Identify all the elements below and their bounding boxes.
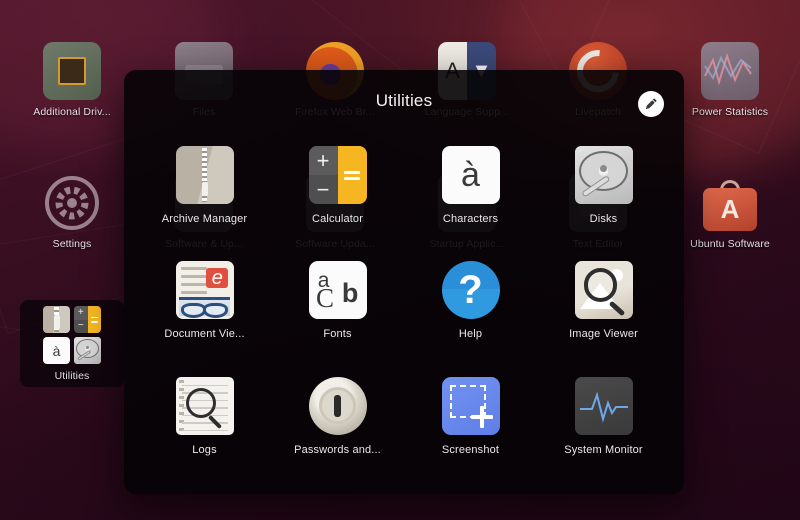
logs-icon [176, 377, 234, 435]
desktop-folder-label: Utilities [55, 370, 90, 382]
help-glyph: ? [458, 270, 482, 310]
archive-manager-icon [176, 146, 234, 204]
app-calculator[interactable]: +− Calculator [271, 136, 404, 251]
app-grid: Archive Manager +− Calculator à Characte… [124, 132, 684, 486]
app-label: Help [459, 328, 482, 340]
image-viewer-icon [575, 261, 633, 319]
settings-gear-icon [43, 174, 101, 232]
app-label: Fonts [323, 328, 351, 340]
fonts-letter-b: b [342, 278, 359, 309]
app-label: Passwords and... [294, 444, 381, 456]
app-label: Document Vie... [164, 328, 244, 340]
utilities-folder-preview: +− à [43, 306, 101, 364]
characters-icon: à [43, 337, 70, 364]
app-help[interactable]: ? Help [404, 251, 537, 366]
dialog-title: Utilities [124, 70, 684, 132]
app-label: System Monitor [564, 444, 643, 456]
app-label: Archive Manager [162, 213, 247, 225]
app-label: Logs [192, 444, 216, 456]
characters-glyph: à [461, 158, 480, 192]
desktop-icon-ubuntu-software[interactable]: A Ubuntu Software [678, 168, 782, 255]
characters-icon: à [442, 146, 500, 204]
ekg-line [578, 389, 630, 423]
app-disks[interactable]: Disks [537, 136, 670, 251]
app-label: Image Viewer [569, 328, 638, 340]
archive-manager-icon [43, 306, 70, 333]
calculator-icon: +− [74, 306, 101, 333]
power-statistics-icon [701, 42, 759, 100]
desktop-icon-label: Additional Driv... [33, 106, 110, 118]
desktop: Additional Driv...FilesFirefox Web Br...… [0, 0, 800, 520]
app-document-viewer[interactable]: e Document Vie... [138, 251, 271, 366]
power-statistics-icon [701, 42, 759, 100]
desktop-icon-label: Ubuntu Software [690, 238, 770, 250]
document-viewer-icon: e [176, 261, 234, 319]
app-label: Characters [443, 213, 498, 225]
app-screenshot[interactable]: Screenshot [404, 367, 537, 482]
desktop-icon-label: Settings [53, 238, 92, 250]
folder-dialog: Utilities Archive Manager +− [124, 70, 684, 494]
screenshot-icon [442, 377, 500, 435]
desktop-icon-chip[interactable]: Additional Driv... [20, 36, 124, 123]
app-archive-manager[interactable]: Archive Manager [138, 136, 271, 251]
app-logs[interactable]: Logs [138, 367, 271, 482]
app-label: Screenshot [442, 444, 499, 456]
chip-icon [43, 42, 101, 100]
disks-icon [575, 146, 633, 204]
system-monitor-icon [575, 377, 633, 435]
help-icon: ? [442, 261, 500, 319]
rename-folder-button[interactable] [638, 91, 664, 117]
calculator-icon: +− [309, 146, 367, 204]
fonts-letter-c: C [316, 283, 334, 314]
desktop-icon-power-statistics[interactable]: Power Statistics [678, 36, 782, 123]
app-fonts[interactable]: a b C Fonts [271, 251, 404, 366]
pencil-icon [644, 97, 658, 111]
app-image-viewer[interactable]: Image Viewer [537, 251, 670, 366]
app-label: Disks [590, 213, 618, 225]
desktop-icon-label: Power Statistics [692, 106, 768, 118]
disks-icon [74, 337, 101, 364]
app-characters[interactable]: à Characters [404, 136, 537, 251]
fonts-icon: a b C [309, 261, 367, 319]
desktop-icon-settings-gear[interactable]: Settings [20, 168, 124, 255]
app-passwords-and-keys[interactable]: Passwords and... [271, 367, 404, 482]
ubuntu-software-icon: A [701, 174, 759, 232]
app-label: Calculator [312, 213, 363, 225]
passwords-keys-icon [309, 377, 367, 435]
desktop-folder-utilities[interactable]: +− à Utilities [20, 300, 124, 387]
app-system-monitor[interactable]: System Monitor [537, 367, 670, 482]
settings-gear-icon [43, 174, 101, 232]
ubuntu-software-icon: A [701, 174, 759, 232]
chip-icon [43, 42, 101, 100]
